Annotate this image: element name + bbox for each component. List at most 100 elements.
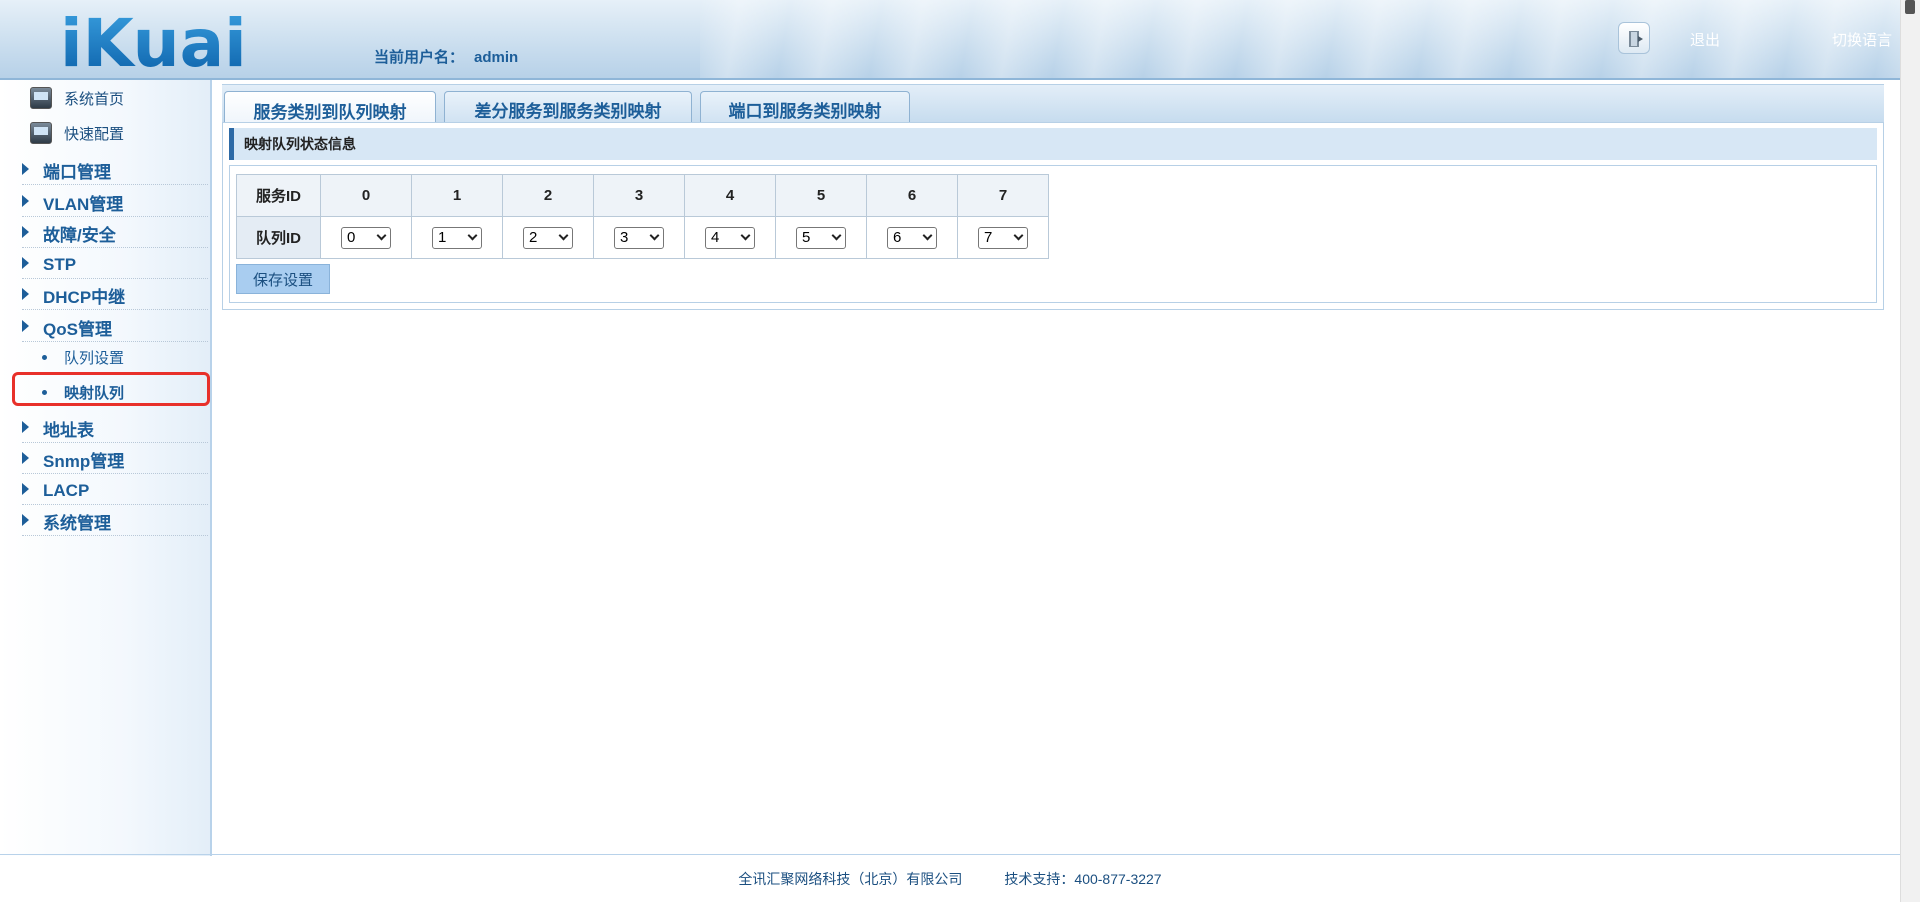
chevron-down-icon: [558, 230, 569, 241]
queue-id-cell: 2: [502, 216, 594, 259]
service-id-cell: 0: [320, 174, 412, 217]
sidebar-menu-lacp[interactable]: LACP: [22, 477, 208, 505]
chevron-down-icon: [376, 230, 387, 241]
printer-icon: [30, 122, 52, 144]
door-icon: [1629, 31, 1643, 47]
queue-select-value: 7: [984, 229, 993, 246]
sidebar-menu-label: STP: [43, 254, 77, 274]
footer-support: 技术支持：400-877-3227: [1004, 870, 1162, 887]
service-id-cell: 4: [684, 174, 776, 217]
sidebar-menu-vlan-management[interactable]: VLAN管理: [22, 189, 208, 217]
exit-link[interactable]: 退出: [1690, 29, 1720, 50]
service-id-row: 服务ID 0 1 2 3 4 5 6 7: [236, 174, 1049, 217]
footer-company: 全讯汇聚网络科技（北京）有限公司: [738, 870, 963, 887]
service-id-cell: 7: [957, 174, 1049, 217]
section-title: 映射队列状态信息: [229, 128, 1877, 160]
expand-triangle-icon: [22, 194, 29, 207]
queue-select-value: 2: [529, 229, 538, 246]
sidebar-item-label: 快速配置: [64, 125, 125, 143]
expand-triangle-icon: [22, 287, 29, 300]
service-id-cell: 6: [866, 174, 958, 217]
sidebar: 系统首页 快速配置 端口管理 VLAN管理 故障/安全 STP DHCP中继 Q…: [0, 80, 212, 856]
queue-id-cell: 7: [957, 216, 1049, 259]
logo-text: iKuai: [60, 8, 247, 74]
sidebar-menu-label: QoS管理: [43, 320, 112, 339]
scrollbar-thumb[interactable]: [1905, 0, 1915, 14]
expand-triangle-icon: [22, 451, 29, 464]
sidebar-menu-snmp-management[interactable]: Snmp管理: [22, 446, 208, 474]
queue-select-value: 1: [438, 229, 447, 246]
mapping-table: 服务ID 0 1 2 3 4 5 6 7 队列ID 0 1 2 3 4 5 6 …: [236, 174, 1049, 259]
switch-language-link[interactable]: 切换语言: [1832, 29, 1892, 50]
sidebar-subitem-label: 队列设置: [64, 349, 125, 367]
exit-door-icon[interactable]: [1618, 22, 1650, 54]
expand-triangle-icon: [22, 319, 29, 332]
sidebar-menu-label: 地址表: [43, 421, 94, 440]
queue-id-cell: 3: [593, 216, 685, 259]
expand-triangle-icon: [22, 162, 29, 175]
queue-select-0[interactable]: 0: [341, 226, 391, 249]
header: iKuai 当前用户名： admin 退出 切换语言: [0, 0, 1900, 80]
mapping-table-container: 服务ID 0 1 2 3 4 5 6 7 队列ID 0 1 2 3 4 5 6 …: [229, 165, 1877, 303]
queue-id-cell: 0: [320, 216, 412, 259]
sidebar-menu-port-management[interactable]: 端口管理: [22, 157, 208, 185]
chevron-down-icon: [922, 230, 933, 241]
footer: 全讯汇聚网络科技（北京）有限公司 技术支持：400-877-3227: [0, 854, 1900, 902]
queue-select-value: 6: [893, 229, 902, 246]
sidebar-menu-system-management[interactable]: 系统管理: [22, 508, 208, 536]
tabs-bar: 服务类别到队列映射 差分服务到服务类别映射 端口到服务类别映射: [222, 84, 1884, 128]
sidebar-menu-label: 故障/安全: [43, 226, 116, 245]
current-user-label: 当前用户名： admin: [374, 46, 518, 67]
service-id-cell: 2: [502, 174, 594, 217]
sidebar-menu-label: DHCP中继: [43, 288, 126, 307]
expand-triangle-icon: [22, 513, 29, 526]
bullet-icon: [42, 354, 47, 360]
chevron-down-icon: [649, 230, 660, 241]
sidebar-menu-label: 端口管理: [43, 163, 111, 182]
sidebar-menu-dhcp-relay[interactable]: DHCP中继: [22, 282, 208, 310]
service-id-cell: 3: [593, 174, 685, 217]
service-id-cell: 5: [775, 174, 867, 217]
chevron-down-icon: [831, 230, 842, 241]
sidebar-menu-stp[interactable]: STP: [22, 251, 208, 279]
selected-item-highlight: [12, 372, 210, 406]
sidebar-subitem-queue-settings[interactable]: 队列设置: [42, 344, 202, 370]
sidebar-menu-label: VLAN管理: [43, 195, 124, 214]
sidebar-menu-qos-management[interactable]: QoS管理: [22, 314, 208, 342]
queue-select-2[interactable]: 2: [523, 226, 573, 249]
current-user-name: admin: [474, 49, 519, 66]
sidebar-menu-fault-security[interactable]: 故障/安全: [22, 220, 208, 248]
chevron-down-icon: [740, 230, 751, 241]
queue-select-value: 4: [711, 229, 720, 246]
monitor-icon: [30, 87, 52, 109]
save-settings-button[interactable]: 保存设置: [236, 264, 330, 294]
mapping-panel: 映射队列状态信息 服务ID 0 1 2 3 4 5 6 7 队列ID 0 1 2…: [222, 122, 1884, 310]
service-id-header: 服务ID: [236, 174, 321, 217]
sidebar-menu-label: 系统管理: [43, 514, 111, 533]
current-user-caption: 当前用户名：: [374, 49, 465, 66]
queue-select-1[interactable]: 1: [432, 226, 482, 249]
queue-select-4[interactable]: 4: [705, 226, 755, 249]
queue-select-5[interactable]: 5: [796, 226, 846, 249]
queue-select-6[interactable]: 6: [887, 226, 937, 249]
expand-triangle-icon: [22, 482, 29, 495]
expand-triangle-icon: [22, 420, 29, 433]
expand-triangle-icon: [22, 256, 29, 269]
queue-id-cell: 6: [866, 216, 958, 259]
queue-id-cell: 1: [411, 216, 503, 259]
queue-select-value: 5: [802, 229, 811, 246]
sidebar-item-home[interactable]: 系统首页: [30, 84, 124, 112]
sidebar-item-quick-config[interactable]: 快速配置: [30, 119, 124, 147]
queue-select-7[interactable]: 7: [978, 226, 1028, 249]
queue-select-value: 3: [620, 229, 629, 246]
queue-id-cell: 4: [684, 216, 776, 259]
ikuai-logo: iKuai: [60, 8, 247, 74]
sidebar-menu-label: Snmp管理: [43, 452, 125, 471]
service-id-cell: 1: [411, 174, 503, 217]
sidebar-menu-address-table[interactable]: 地址表: [22, 415, 208, 443]
expand-triangle-icon: [22, 225, 29, 238]
vertical-scrollbar[interactable]: [1900, 0, 1920, 902]
sidebar-menu-label: LACP: [43, 480, 90, 500]
queue-select-3[interactable]: 3: [614, 226, 664, 249]
chevron-down-icon: [1013, 230, 1024, 241]
